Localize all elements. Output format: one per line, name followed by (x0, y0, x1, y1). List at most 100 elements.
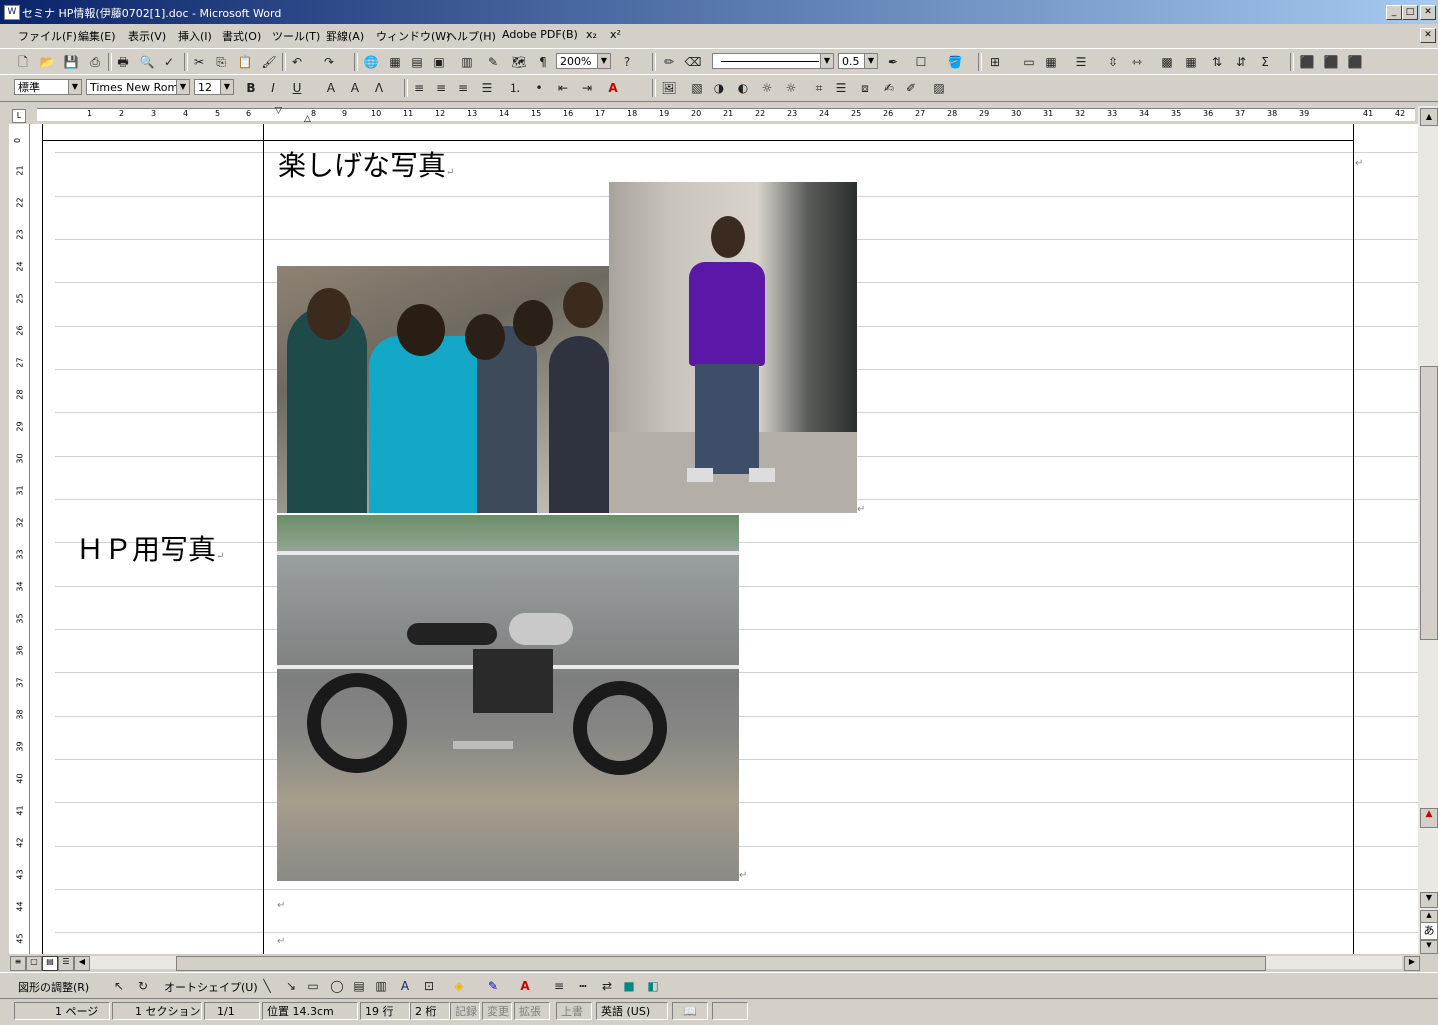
scroll-up-icon[interactable]: ▲ (1420, 108, 1438, 126)
menu-file[interactable]: ファイル(F) (18, 28, 77, 44)
label-hp-photos[interactable]: ＨＰ用写真↵ (76, 528, 224, 568)
sort-ascending-icon[interactable]: ⇅ (1208, 53, 1226, 71)
select-browse-object-icon[interactable]: ▲ (1420, 808, 1438, 828)
line-style-select[interactable]: ▼ (712, 53, 834, 69)
menu-help[interactable]: ヘルプ(H) (446, 28, 496, 44)
oval-tool-icon[interactable]: ◯ (328, 977, 346, 995)
word-app-icon[interactable]: W (4, 5, 20, 20)
pillar-photo[interactable] (609, 182, 857, 513)
status-language[interactable]: 英語 (US) (596, 1002, 668, 1020)
close-button[interactable]: ✕ (1420, 5, 1436, 20)
open-folder-icon[interactable]: 📂 (38, 53, 56, 71)
underline-button[interactable]: U (288, 79, 306, 97)
borders-icon[interactable]: ☐ (912, 53, 930, 71)
char-scale-icon[interactable]: ᐱ (370, 79, 388, 97)
rectangle-tool-icon[interactable]: ▭ (304, 977, 322, 995)
scroll-thumb[interactable] (176, 956, 1266, 971)
menu-tools[interactable]: ツール(T) (272, 28, 320, 44)
3d-style-icon[interactable]: ◧ (644, 977, 662, 995)
scroll-down-icon[interactable]: ▼ (1420, 892, 1438, 908)
free-rotate-icon[interactable]: ↻ (134, 977, 152, 995)
shadow-style-icon[interactable]: ■ (620, 977, 638, 995)
align-cell-icon[interactable]: ☰ (1072, 53, 1090, 71)
show-gridlines-icon[interactable]: ▦ (1182, 53, 1200, 71)
adobe-pdf-email-icon[interactable]: ⬛ (1322, 53, 1340, 71)
fill-color-icon[interactable]: ◈ (450, 977, 468, 995)
vertical-textbox-icon[interactable]: ▥ (372, 977, 390, 995)
decrease-indent-icon[interactable]: ⇤ (554, 79, 572, 97)
line-style-icon[interactable]: ☰ (832, 79, 850, 97)
autosum-icon[interactable]: Σ (1256, 53, 1274, 71)
arrow-style-icon[interactable]: ⇄ (598, 977, 616, 995)
eraser-icon[interactable]: ⌫ (684, 53, 702, 71)
text-wrapping-icon[interactable]: ⧈ (856, 79, 874, 97)
menu-subscript[interactable]: x₂ (586, 28, 597, 41)
line-weight-select[interactable]: 0.5 ▼ (838, 53, 878, 69)
drawing-icon[interactable]: ✎ (484, 53, 502, 71)
image-color-icon[interactable]: ▧ (688, 79, 706, 97)
less-contrast-icon[interactable]: ◐ (734, 79, 752, 97)
adobe-pdf-review-icon[interactable]: ⬛ (1346, 53, 1364, 71)
scroll-thumb[interactable] (1420, 366, 1438, 640)
font-color-icon[interactable]: A (604, 79, 622, 97)
horizontal-scrollbar[interactable]: ≡ ▢ ▤ ☰ ◀ ▶ (0, 954, 1438, 972)
print-preview-icon[interactable]: 🔍 (138, 53, 156, 71)
menu-view[interactable]: 表示(V) (128, 28, 166, 44)
status-line[interactable]: 19 行 (360, 1002, 410, 1020)
merge-cells-icon[interactable]: ▭ (1020, 53, 1038, 71)
autoshapes-menu[interactable]: オートシェイプ(U) (164, 979, 258, 995)
heading-fun-photos[interactable]: 楽しげな写真↵ (278, 144, 454, 184)
columns-icon[interactable]: ▥ (458, 53, 476, 71)
distributed-icon[interactable]: ☰ (478, 79, 496, 97)
more-contrast-icon[interactable]: ◑ (710, 79, 728, 97)
table-autoformat-icon[interactable]: ▩ (1158, 53, 1176, 71)
scroll-left-icon[interactable]: ◀ (74, 956, 90, 971)
less-brightness-icon[interactable]: ☼ (782, 79, 800, 97)
scroll-right-icon[interactable]: ▶ (1404, 956, 1420, 971)
next-page-icon[interactable]: ▼ (1420, 940, 1438, 954)
normal-view-icon[interactable]: ≡ (10, 956, 26, 971)
align-left-icon[interactable]: ≡ (410, 79, 428, 97)
menu-window[interactable]: ウィンドウ(W) (376, 28, 450, 44)
insert-picture-icon[interactable]: 🖼 (660, 79, 678, 97)
motorcycle-photo[interactable] (277, 515, 739, 881)
menu-adobe-pdf[interactable]: Adobe PDF(B) (502, 28, 578, 41)
status-position[interactable]: 位置 14.3cm (262, 1002, 358, 1020)
vertical-ruler[interactable]: 0 21 22 23 24 25 26 27 28 29 30 31 32 33… (9, 124, 30, 954)
status-column[interactable]: 2 桁 (410, 1002, 450, 1020)
menu-table[interactable]: 罫線(A) (326, 28, 364, 44)
bold-button[interactable]: B (242, 79, 260, 97)
zoom-select[interactable]: 200% ▼ (556, 53, 611, 69)
shading-color-icon[interactable]: 🪣 (946, 53, 964, 71)
tables-borders-icon[interactable]: ▦ (386, 53, 404, 71)
vertical-scrollbar[interactable]: ▲ ▲ ▼ ▲ あ ▼ (1418, 106, 1438, 954)
status-rec[interactable]: 記録 (450, 1002, 480, 1020)
spelling-status-icon[interactable]: 📖 (672, 1002, 708, 1020)
crop-icon[interactable]: ⌗ (810, 79, 828, 97)
menu-superscript[interactable]: x² (610, 28, 621, 41)
more-brightness-icon[interactable]: ☼ (758, 79, 776, 97)
status-page[interactable]: 1 ページ (14, 1002, 110, 1020)
adobe-pdf-icon[interactable]: ⬛ (1298, 53, 1316, 71)
diagram-icon[interactable]: ⊡ (420, 977, 438, 995)
menu-format[interactable]: 書式(O) (222, 28, 261, 44)
print-layout-icon[interactable]: ▤ (42, 956, 58, 971)
menu-insert[interactable]: 挿入(I) (178, 28, 212, 44)
insert-excel-icon[interactable]: ▣ (430, 53, 448, 71)
distribute-columns-icon[interactable]: ⇿ (1128, 53, 1146, 71)
align-center-icon[interactable]: ≡ (432, 79, 450, 97)
minimize-button[interactable]: _ (1386, 5, 1402, 20)
set-transparent-icon[interactable]: ✐ (902, 79, 920, 97)
outline-view-icon[interactable]: ☰ (58, 956, 74, 971)
line-tool-icon[interactable]: ╲ (258, 977, 276, 995)
char-border-icon[interactable]: Ａ (322, 79, 340, 97)
ime-indicator[interactable]: あ (1420, 922, 1438, 940)
insert-table-icon[interactable]: ▤ (408, 53, 426, 71)
draw-table-pen-icon[interactable]: ✏ (660, 53, 678, 71)
permission-icon[interactable]: ⎙ (86, 53, 104, 71)
status-page-count[interactable]: 1/1 (204, 1002, 260, 1020)
line-color-icon[interactable]: ✎ (484, 977, 502, 995)
adjust-shapes-menu[interactable]: 図形の調整(R) (18, 979, 89, 995)
status-trk[interactable]: 変更 (482, 1002, 512, 1020)
hyperlink-icon[interactable]: 🌐 (362, 53, 380, 71)
